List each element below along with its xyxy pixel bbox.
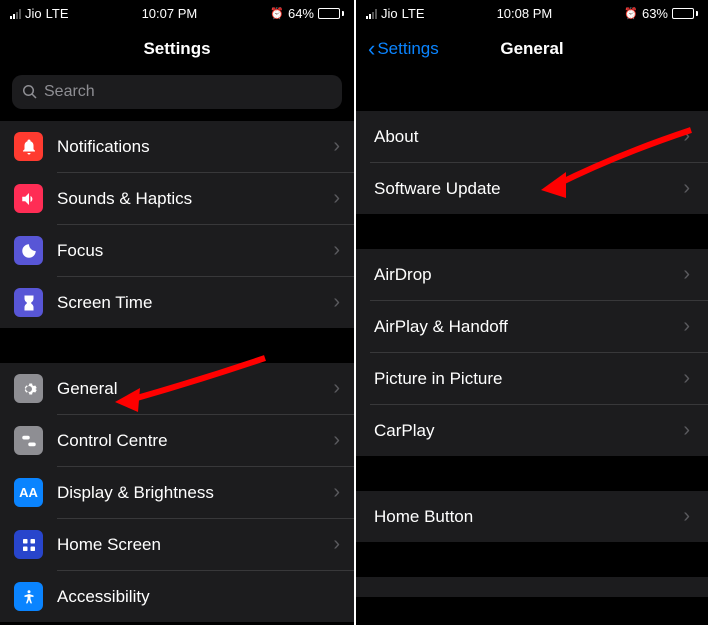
row-label: Focus bbox=[57, 241, 333, 261]
battery-pct: 64% bbox=[288, 6, 314, 21]
alarm-icon: ⏰ bbox=[270, 7, 284, 20]
control-centre-icon bbox=[14, 426, 43, 455]
time-label: 10:07 PM bbox=[142, 6, 198, 21]
row-label: Control Centre bbox=[57, 431, 333, 451]
row-label: General bbox=[57, 379, 333, 399]
battery-icon bbox=[318, 8, 344, 19]
chevron-right-icon: › bbox=[333, 429, 340, 452]
row-label: Home Screen bbox=[57, 535, 333, 555]
homescreen-icon bbox=[14, 530, 43, 559]
row-label: Accessibility bbox=[57, 587, 340, 607]
row-sounds[interactable]: Sounds & Haptics › bbox=[0, 173, 354, 224]
general-section: About › Software Update › bbox=[356, 111, 708, 214]
row-label: Screen Time bbox=[57, 293, 333, 313]
battery-icon bbox=[672, 8, 698, 19]
chevron-right-icon: › bbox=[683, 263, 690, 286]
alarm-icon: ⏰ bbox=[624, 7, 638, 20]
general-icon bbox=[14, 374, 43, 403]
nav-bar: ‹ Settings General bbox=[356, 27, 708, 71]
chevron-right-icon: › bbox=[333, 187, 340, 210]
search-box[interactable] bbox=[12, 75, 342, 109]
row-carplay[interactable]: CarPlay › bbox=[356, 405, 708, 456]
page-title: General bbox=[500, 39, 563, 59]
settings-screen: Jio LTE 10:07 PM ⏰ 64% Settings Notifica… bbox=[0, 0, 354, 625]
row-notifications[interactable]: Notifications › bbox=[0, 121, 354, 172]
chevron-back-icon: ‹ bbox=[368, 38, 375, 60]
carrier-label: Jio bbox=[381, 6, 398, 21]
general-section: AirDrop › AirPlay & Handoff › Picture in… bbox=[356, 249, 708, 456]
chevron-right-icon: › bbox=[683, 505, 690, 528]
chevron-right-icon: › bbox=[333, 291, 340, 314]
row-screentime[interactable]: Screen Time › bbox=[0, 277, 354, 328]
chevron-right-icon: › bbox=[683, 367, 690, 390]
search-input[interactable] bbox=[44, 83, 332, 101]
chevron-right-icon: › bbox=[333, 135, 340, 158]
row-label: Sounds & Haptics bbox=[57, 189, 333, 209]
row-about[interactable]: About › bbox=[356, 111, 708, 162]
search-icon bbox=[22, 84, 38, 100]
chevron-right-icon: › bbox=[683, 419, 690, 442]
row-label: Software Update bbox=[374, 179, 683, 199]
chevron-right-icon: › bbox=[683, 177, 690, 200]
row-label: Picture in Picture bbox=[374, 369, 683, 389]
notifications-icon bbox=[14, 132, 43, 161]
nav-bar: Settings bbox=[0, 27, 354, 71]
row-label: AirPlay & Handoff bbox=[374, 317, 683, 337]
row-focus[interactable]: Focus › bbox=[0, 225, 354, 276]
screentime-icon bbox=[14, 288, 43, 317]
carrier-label: Jio bbox=[25, 6, 42, 21]
back-button[interactable]: ‹ Settings bbox=[368, 38, 439, 60]
display-icon: AA bbox=[14, 478, 43, 507]
signal-icon bbox=[10, 9, 21, 19]
chevron-right-icon: › bbox=[683, 125, 690, 148]
back-label: Settings bbox=[377, 39, 438, 59]
row-label: About bbox=[374, 127, 683, 147]
row-pip[interactable]: Picture in Picture › bbox=[356, 353, 708, 404]
row-software-update[interactable]: Software Update › bbox=[356, 163, 708, 214]
status-bar: Jio LTE 10:07 PM ⏰ 64% bbox=[0, 0, 354, 27]
row-label: AirDrop bbox=[374, 265, 683, 285]
row-label: CarPlay bbox=[374, 421, 683, 441]
row-label: Home Button bbox=[374, 507, 683, 527]
general-section: Home Button › bbox=[356, 491, 708, 542]
page-title: Settings bbox=[143, 39, 210, 59]
row-control-centre[interactable]: Control Centre › bbox=[0, 415, 354, 466]
network-label: LTE bbox=[402, 6, 425, 21]
row-homescreen[interactable]: Home Screen › bbox=[0, 519, 354, 570]
signal-icon bbox=[366, 9, 377, 19]
row-home-button[interactable]: Home Button › bbox=[356, 491, 708, 542]
network-label: LTE bbox=[46, 6, 69, 21]
chevron-right-icon: › bbox=[333, 533, 340, 556]
row-label: Display & Brightness bbox=[57, 483, 333, 503]
general-screen: Jio LTE 10:08 PM ⏰ 63% ‹ Settings Genera… bbox=[354, 0, 708, 625]
row-accessibility[interactable]: Accessibility bbox=[0, 571, 354, 622]
row-airplay[interactable]: AirPlay & Handoff › bbox=[356, 301, 708, 352]
accessibility-icon bbox=[14, 582, 43, 611]
row-display[interactable]: AA Display & Brightness › bbox=[0, 467, 354, 518]
chevron-right-icon: › bbox=[333, 239, 340, 262]
focus-icon bbox=[14, 236, 43, 265]
chevron-right-icon: › bbox=[333, 481, 340, 504]
row-airdrop[interactable]: AirDrop › bbox=[356, 249, 708, 300]
settings-section: Notifications › Sounds & Haptics › Focus… bbox=[0, 121, 354, 328]
chevron-right-icon: › bbox=[683, 315, 690, 338]
chevron-right-icon: › bbox=[333, 377, 340, 400]
row-label: Notifications bbox=[57, 137, 333, 157]
sounds-icon bbox=[14, 184, 43, 213]
battery-pct: 63% bbox=[642, 6, 668, 21]
row-general[interactable]: General › bbox=[0, 363, 354, 414]
settings-section: General › Control Centre › AA Display & … bbox=[0, 363, 354, 622]
time-label: 10:08 PM bbox=[497, 6, 553, 21]
status-bar: Jio LTE 10:08 PM ⏰ 63% bbox=[356, 0, 708, 27]
